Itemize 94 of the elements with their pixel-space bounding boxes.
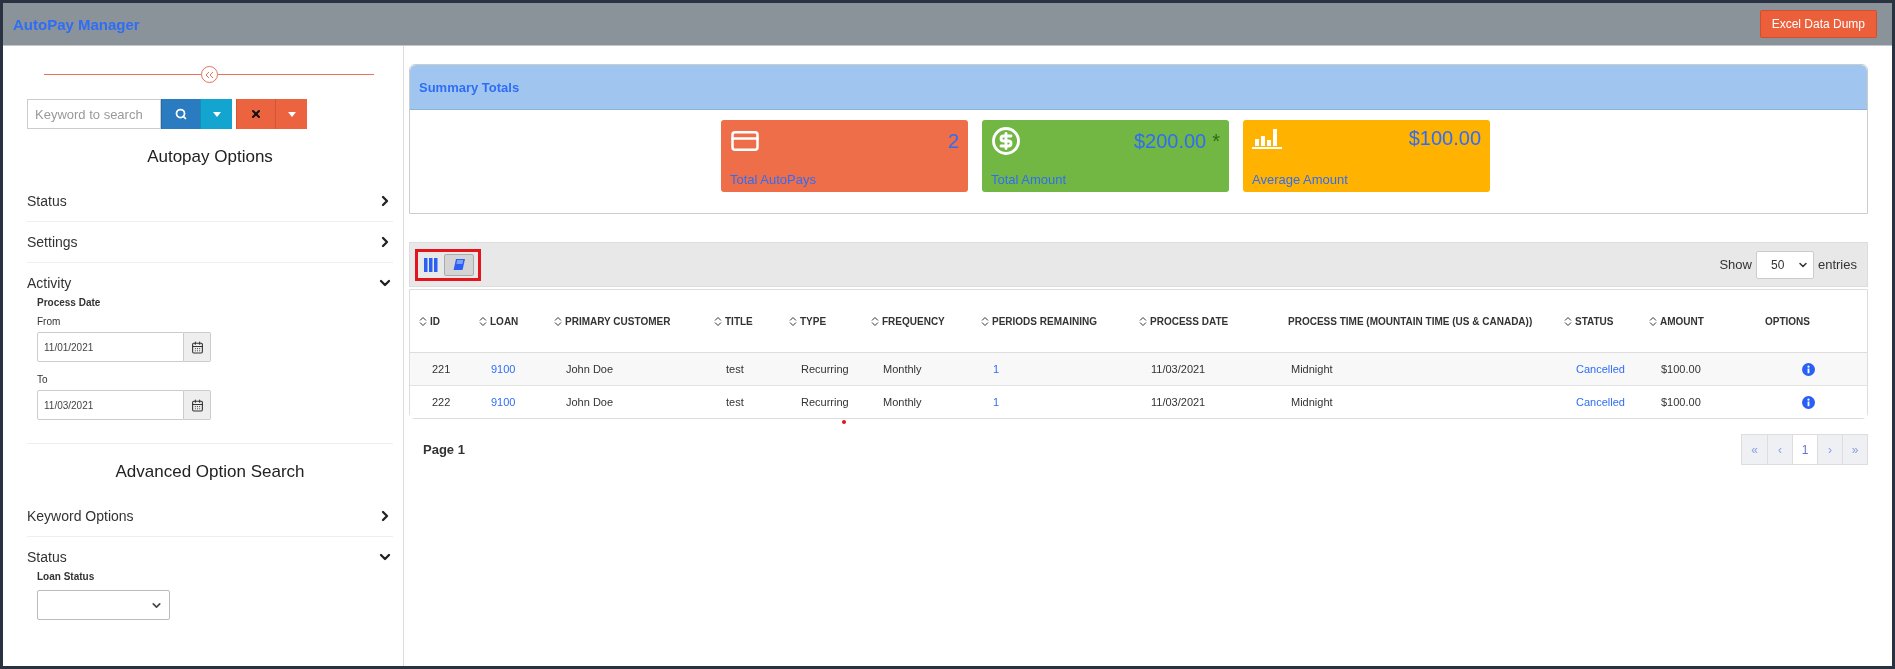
table-cell-text: $100.00 xyxy=(1660,396,1702,408)
columns-icon xyxy=(424,257,438,272)
column-header[interactable]: ID xyxy=(410,315,470,327)
sort-icon[interactable] xyxy=(1139,315,1147,327)
card-value: $200.00 xyxy=(1133,129,1207,152)
dropdown-button[interactable] xyxy=(200,99,232,129)
table-link[interactable]: Cancelled xyxy=(1555,363,1640,375)
book-button[interactable] xyxy=(444,253,474,276)
table-cell-text: Midnight xyxy=(1290,363,1334,375)
table-cell-text: 11/03/2021 xyxy=(1150,363,1207,375)
table-cell-text: 221 xyxy=(431,363,452,375)
column-header[interactable]: PERIODS REMAINING xyxy=(972,315,1130,327)
entries-label: entries xyxy=(1817,257,1857,272)
search-field[interactable]: Keyword to search xyxy=(27,99,161,129)
column-header[interactable]: FREQUENCY xyxy=(862,315,972,327)
marker-dot xyxy=(842,420,846,424)
column-header[interactable]: AMOUNT xyxy=(1640,315,1747,327)
column-header: PROCESS TIME (MOUNTAIN TIME (US & CANADA)) xyxy=(1287,315,1534,327)
table-cell-text: 11/03/2021 xyxy=(1150,396,1207,408)
sort-icon[interactable] xyxy=(871,315,879,327)
calendar-icon xyxy=(190,398,204,412)
field-label: To xyxy=(37,374,49,385)
summary-title: Summary Totals xyxy=(419,79,520,95)
calendar-button[interactable] xyxy=(184,332,211,362)
field-group-label: Loan Status xyxy=(37,571,96,582)
table-cell-text: John Doe xyxy=(565,396,615,408)
clear-button[interactable] xyxy=(236,99,275,129)
show-label: Show xyxy=(1719,257,1752,272)
card-label: Total Amount xyxy=(991,172,1068,187)
page-label: Page 1 xyxy=(423,442,465,457)
app-title: AutoPay Manager xyxy=(13,15,140,33)
option-label[interactable]: Activity xyxy=(27,275,72,291)
field-group-label: Process Date xyxy=(37,297,102,308)
option-label[interactable]: Status xyxy=(27,549,67,565)
table-cell-text: Recurring xyxy=(800,396,850,408)
section-heading: Autopay Options xyxy=(146,147,274,167)
collapse-button[interactable] xyxy=(200,66,218,83)
double-chevron-left-icon xyxy=(204,70,214,79)
asterisk-note: * xyxy=(1212,129,1220,152)
column-header[interactable]: PRIMARY CUSTOMER xyxy=(545,315,705,327)
sort-icon[interactable] xyxy=(789,315,797,327)
sort-icon[interactable] xyxy=(714,315,722,327)
caret-icon xyxy=(212,111,221,117)
option-label[interactable]: Keyword Options xyxy=(27,508,134,524)
card-value: 2 xyxy=(947,129,959,152)
table-cell-text: Recurring xyxy=(800,363,850,375)
sort-icon[interactable] xyxy=(419,315,427,327)
date-field[interactable]: 11/03/2021 xyxy=(37,390,184,420)
table-link[interactable]: 9100 xyxy=(470,396,545,408)
table-cell-text: Midnight xyxy=(1290,396,1334,408)
column-header[interactable]: STATUS xyxy=(1555,315,1640,327)
select-field[interactable] xyxy=(37,590,170,620)
sort-icon[interactable] xyxy=(1649,315,1657,327)
column-header: OPTIONS xyxy=(1764,315,1811,327)
column-header[interactable]: TYPE xyxy=(780,315,862,327)
search-button[interactable] xyxy=(161,99,200,129)
column-header[interactable]: TITLE xyxy=(705,315,780,327)
sort-icon[interactable] xyxy=(981,315,989,327)
close-icon xyxy=(250,108,262,120)
bar-chart-icon xyxy=(1252,126,1282,150)
table-link[interactable]: 1 xyxy=(972,396,1130,408)
table-cell-text: Monthly xyxy=(882,396,923,408)
table-link[interactable]: 9100 xyxy=(470,363,545,375)
sort-icon[interactable] xyxy=(1564,315,1572,327)
dollar-coin-icon xyxy=(991,126,1021,156)
info-icon[interactable] xyxy=(1802,362,1815,376)
dropdown-button[interactable] xyxy=(275,99,307,129)
sort-icon[interactable] xyxy=(554,315,562,327)
card-value: $100.00 xyxy=(1408,126,1481,149)
card-label: Average Amount xyxy=(1252,172,1349,187)
table-cell-text: John Doe xyxy=(565,363,615,375)
info-icon[interactable] xyxy=(1802,395,1815,409)
table-link[interactable]: 1 xyxy=(972,363,1130,375)
sort-icon[interactable] xyxy=(479,315,487,327)
field-label: From xyxy=(37,316,62,327)
date-field[interactable]: 11/01/2021 xyxy=(37,332,184,362)
calendar-button[interactable] xyxy=(184,390,211,420)
page-size-select[interactable]: 50 xyxy=(1755,250,1814,279)
column-header[interactable]: PROCESS DATE xyxy=(1130,315,1270,327)
calendar-icon xyxy=(190,340,204,354)
caret-icon xyxy=(287,111,296,117)
table-cell-text: $100.00 xyxy=(1660,363,1702,375)
table-cell-text: test xyxy=(725,363,745,375)
book-icon xyxy=(453,259,465,270)
option-label[interactable]: Settings xyxy=(27,234,78,250)
search-icon xyxy=(175,108,187,120)
card-label: Total AutoPays xyxy=(730,172,817,187)
section-heading: Advanced Option Search xyxy=(114,462,306,482)
table-cell-text: test xyxy=(725,396,745,408)
column-header[interactable]: LOAN xyxy=(470,315,545,327)
option-label[interactable]: Status xyxy=(27,193,67,209)
table-cell-text: 222 xyxy=(431,396,452,408)
table-cell-text: Monthly xyxy=(882,363,923,375)
table-link[interactable]: Cancelled xyxy=(1555,396,1640,408)
